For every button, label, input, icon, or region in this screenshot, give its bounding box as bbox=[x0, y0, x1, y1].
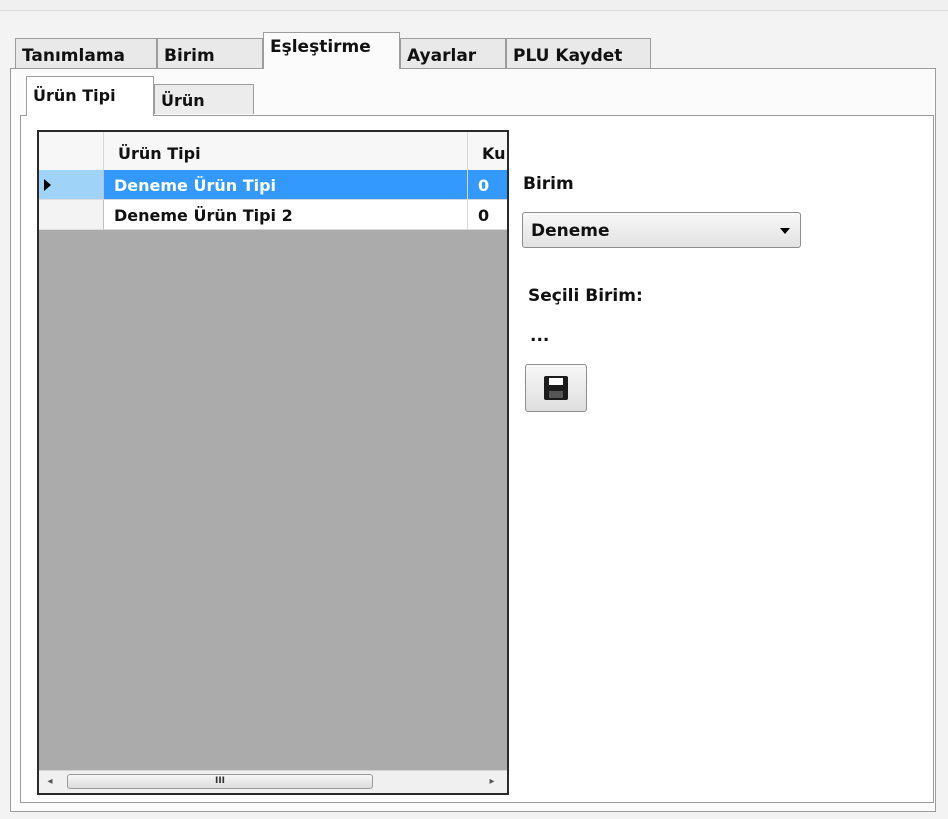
top-window-edge bbox=[0, 0, 948, 11]
grid-corner-header bbox=[39, 132, 104, 171]
row-header[interactable] bbox=[39, 200, 104, 230]
tab-birim[interactable]: Birim bbox=[157, 38, 263, 68]
scroll-right-icon[interactable]: ▸ bbox=[483, 771, 501, 793]
row-header[interactable] bbox=[39, 170, 104, 200]
birim-label: Birim bbox=[523, 174, 574, 194]
scroll-left-icon[interactable]: ◂ bbox=[41, 771, 59, 793]
tab-ayarlar[interactable]: Ayarlar bbox=[400, 38, 506, 68]
tab-plu-kaydet[interactable]: PLU Kaydet bbox=[506, 38, 651, 68]
birim-select[interactable]: Deneme bbox=[522, 212, 801, 248]
current-row-arrow-icon bbox=[44, 179, 51, 191]
horizontal-scrollbar[interactable]: ◂ III ▸ bbox=[39, 770, 507, 793]
subtab-urun-tipi[interactable]: Ürün Tipi bbox=[26, 76, 154, 116]
column-header-urun-tipi[interactable]: Ürün Tipi bbox=[104, 132, 468, 171]
table-cell-urun-tipi[interactable]: Deneme Ürün Tipi 2 bbox=[104, 200, 468, 230]
tab-tanimlama[interactable]: Tanımlama bbox=[15, 38, 157, 68]
floppy-disk-icon bbox=[544, 376, 568, 400]
table-cell-ku[interactable]: 0 bbox=[468, 170, 507, 200]
table-cell-ku[interactable]: 0 bbox=[468, 200, 507, 230]
chevron-down-icon bbox=[780, 228, 790, 234]
urun-tipi-grid[interactable]: Ürün Tipi Ku Deneme Ürün Tipi 0 Deneme Ü… bbox=[37, 130, 509, 795]
subtab-urun[interactable]: Ürün bbox=[154, 84, 254, 114]
scroll-thumb[interactable]: III bbox=[67, 774, 373, 789]
tab-eslestirme[interactable]: Eşleştirme bbox=[263, 32, 400, 69]
birim-select-value: Deneme bbox=[531, 221, 610, 241]
save-button[interactable] bbox=[525, 364, 587, 412]
secili-birim-label: Seçili Birim: bbox=[528, 286, 643, 306]
secili-birim-value: ... bbox=[530, 326, 550, 346]
table-cell-urun-tipi[interactable]: Deneme Ürün Tipi bbox=[104, 170, 468, 200]
column-header-ku[interactable]: Ku bbox=[468, 132, 507, 171]
